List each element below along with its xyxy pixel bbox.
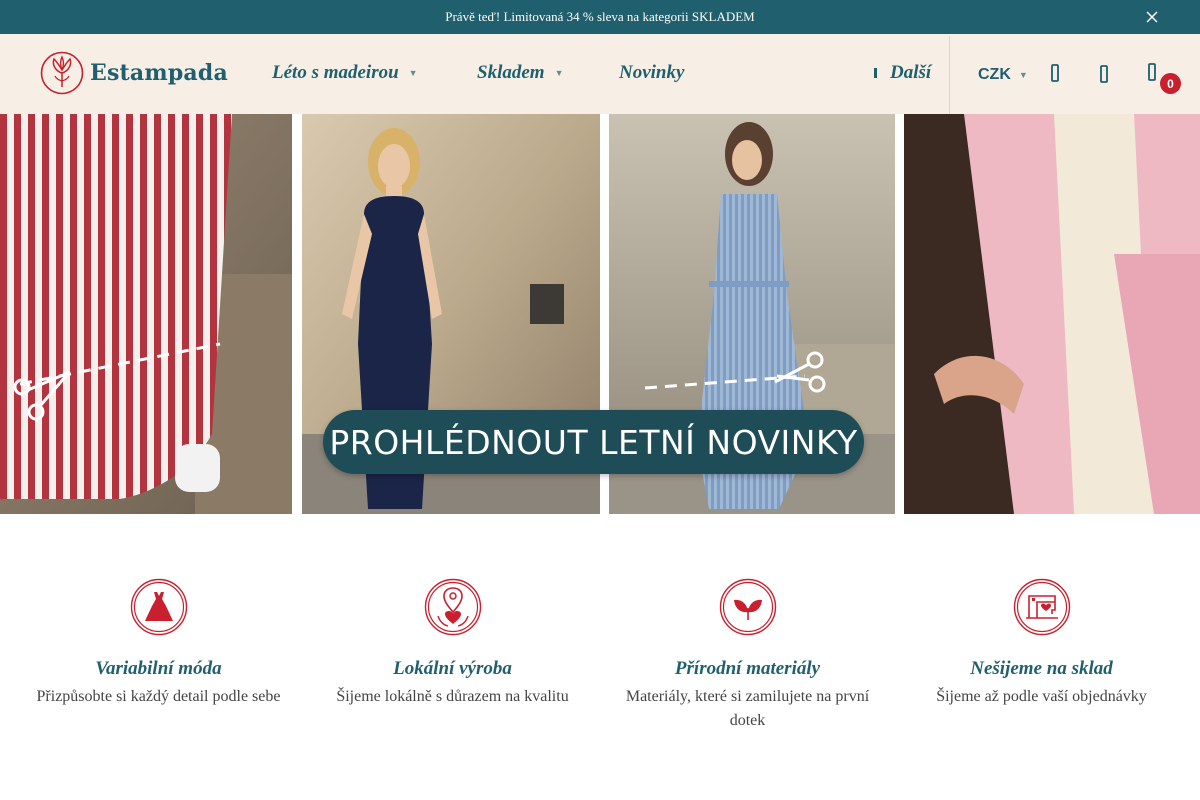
hero-image-striped-skirt bbox=[0, 114, 292, 514]
feature-title: Nešijeme na sklad bbox=[970, 658, 1113, 679]
more-icon bbox=[874, 68, 877, 78]
user-icon[interactable] bbox=[1093, 63, 1115, 85]
feature-item: Přírodní materiály Materiály, které si z… bbox=[600, 578, 895, 733]
cart-count-badge: 0 bbox=[1160, 73, 1181, 94]
hero-cta-button[interactable]: PROHLÉDNOUT LETNÍ NOVINKY bbox=[323, 410, 864, 474]
feature-item: Variabilní móda Přizpůsobte si každý det… bbox=[11, 578, 306, 709]
nav-leto-s-madeirou[interactable]: Léto s madeirou ▼ bbox=[272, 62, 418, 84]
nav-label: Léto s madeirou bbox=[272, 62, 399, 83]
promo-text[interactable]: Právě teď! Limitovaná 34 % sleva na kate… bbox=[445, 9, 755, 25]
currency-label: CZK bbox=[978, 66, 1011, 83]
close-icon[interactable] bbox=[1144, 9, 1160, 25]
nav-skladem[interactable]: Skladem ▼ bbox=[477, 62, 563, 84]
feature-title: Přírodní materiály bbox=[674, 658, 821, 679]
location-heart-icon bbox=[424, 578, 481, 636]
tulip-logo-icon bbox=[40, 51, 84, 95]
chevron-down-icon: ▼ bbox=[1018, 70, 1028, 80]
currency-selector[interactable]: CZK ▼ bbox=[978, 66, 1028, 84]
feature-item: Lokální výroba Šijeme lokálně s důrazem … bbox=[305, 578, 600, 709]
hero-image-pink-jacket bbox=[904, 114, 1200, 514]
feature-title: Variabilní móda bbox=[95, 658, 222, 679]
nav-label: Skladem bbox=[477, 62, 545, 83]
logo-text: Estampada bbox=[90, 60, 228, 86]
feature-text: Materiály, které si zamilujete na první … bbox=[625, 688, 870, 729]
logo[interactable]: Estampada bbox=[40, 51, 228, 95]
promo-bar: Právě teď! Limitovaná 34 % sleva na kate… bbox=[0, 0, 1200, 34]
feature-item: Nešijeme na sklad Šijeme až podle vaší o… bbox=[894, 578, 1189, 709]
nav-more-label: Další bbox=[890, 62, 932, 83]
nav-novinky[interactable]: Novinky bbox=[619, 62, 684, 84]
search-icon[interactable] bbox=[1044, 62, 1066, 84]
feature-text: Přizpůsobte si každý detail podle sebe bbox=[36, 688, 281, 705]
leaf-icon bbox=[719, 578, 776, 636]
chevron-down-icon: ▼ bbox=[408, 68, 418, 78]
chevron-down-icon: ▼ bbox=[554, 68, 564, 78]
features-section: Variabilní móda Přizpůsobte si každý det… bbox=[0, 514, 1200, 800]
hero-banner[interactable]: PROHLÉDNOUT LETNÍ NOVINKY bbox=[0, 114, 1200, 514]
feature-text: Šijeme lokálně s důrazem na kvalitu bbox=[336, 688, 569, 705]
header-divider bbox=[949, 36, 950, 114]
sewing-machine-icon bbox=[1013, 578, 1070, 636]
feature-title: Lokální výroba bbox=[393, 658, 512, 679]
nav-more[interactable]: Další bbox=[872, 62, 931, 84]
feature-text: Šijeme až podle vaší objednávky bbox=[936, 688, 1147, 705]
dress-icon bbox=[130, 578, 187, 636]
nav-label: Novinky bbox=[619, 62, 685, 83]
